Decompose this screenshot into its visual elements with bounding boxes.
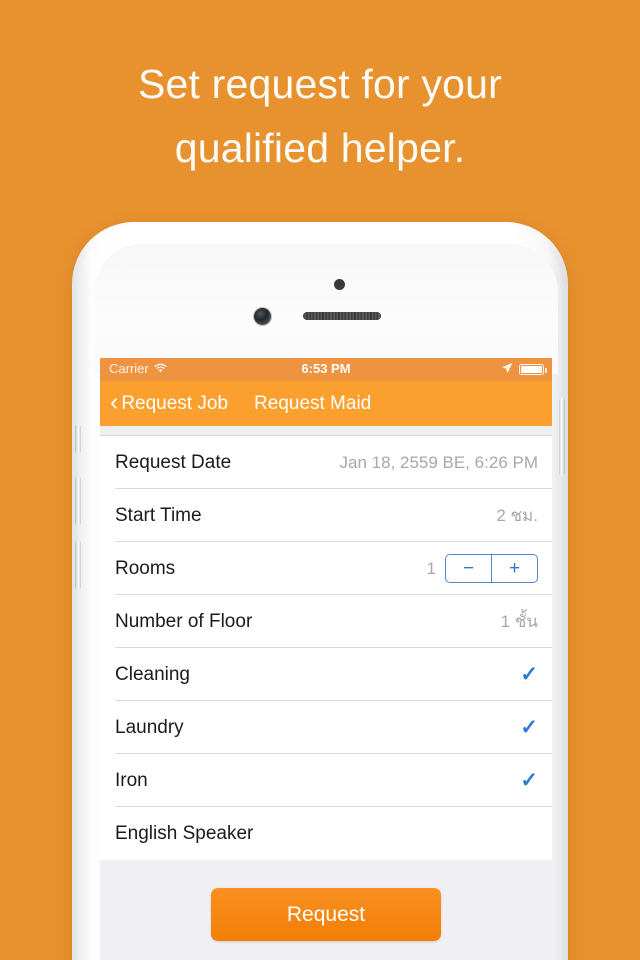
list-item-laundry[interactable]: Laundry ✓ (100, 701, 552, 754)
battery-full-icon (519, 364, 547, 375)
headline-line-1: Set request for your (137, 61, 503, 107)
promo-screenshot: Set request for your qualified helper. C… (0, 0, 640, 960)
checkmark-icon: ✓ (520, 716, 538, 739)
rooms-stepper-group: 1 − + (427, 554, 538, 583)
volume-up-button[interactable] (75, 476, 81, 526)
row-label: Iron (115, 769, 148, 791)
row-label: English Speaker (115, 822, 254, 844)
row-value: 1 ชั้น (500, 612, 538, 631)
phone-bezel-top (94, 244, 558, 374)
row-label: Request Date (115, 451, 232, 473)
power-button[interactable] (559, 398, 565, 476)
list-item-iron[interactable]: Iron ✓ (100, 754, 552, 807)
nav-title: Request Maid (254, 392, 372, 414)
row-label: Rooms (115, 557, 176, 579)
status-bar: Carrier 6:53 PM (100, 358, 552, 381)
location-arrow-icon (501, 362, 513, 377)
proximity-sensor-icon (334, 279, 345, 290)
volume-down-button[interactable] (75, 540, 81, 590)
navigation-bar: ‹ Request Job Request Maid (100, 381, 552, 426)
list-item-rooms[interactable]: Rooms 1 − + (100, 542, 552, 595)
list-item-start-time[interactable]: Start Time 2 ชม. (100, 489, 552, 542)
list-item-request-date[interactable]: Request Date Jan 18, 2559 BE, 6:26 PM (100, 436, 552, 489)
footer-area: Request (100, 860, 552, 960)
phone-screen: Carrier 6:53 PM ‹ Request Job Request Ma… (100, 358, 552, 960)
list-top-gap (100, 426, 552, 436)
row-value: 2 ชม. (496, 506, 538, 525)
list-item-cleaning[interactable]: Cleaning ✓ (100, 648, 552, 701)
rooms-value: 1 (426, 558, 436, 578)
list-item-english-speaker[interactable]: English Speaker (100, 807, 552, 860)
settings-list: Request Date Jan 18, 2559 BE, 6:26 PM St… (100, 436, 552, 860)
stepper-increment-button[interactable]: + (492, 555, 537, 582)
back-button-label: Request Job (121, 392, 229, 414)
row-label: Cleaning (115, 663, 190, 685)
front-camera-icon (254, 308, 271, 325)
back-button[interactable]: ‹ Request Job (110, 388, 229, 416)
checkmark-icon: ✓ (520, 769, 538, 792)
status-bar-time: 6:53 PM (301, 361, 351, 376)
list-item-number-of-floor[interactable]: Number of Floor 1 ชั้น (100, 595, 552, 648)
chevron-left-icon: ‹ (110, 388, 119, 416)
quantity-stepper[interactable]: − + (445, 554, 538, 583)
page-title: Set request for your qualified helper. (0, 52, 640, 180)
request-button[interactable]: Request (211, 888, 441, 941)
status-bar-right (501, 362, 547, 377)
headline-line-2: qualified helper. (174, 125, 466, 171)
phone-mockup: Carrier 6:53 PM ‹ Request Job Request Ma… (72, 222, 568, 960)
checkmark-icon: ✓ (520, 663, 538, 686)
silent-switch-button[interactable] (75, 424, 81, 454)
earpiece-speaker-icon (303, 312, 381, 320)
stepper-decrement-button[interactable]: − (446, 555, 491, 582)
row-value: Jan 18, 2559 BE, 6:26 PM (339, 452, 538, 472)
phone-body: Carrier 6:53 PM ‹ Request Job Request Ma… (75, 228, 565, 960)
row-label: Laundry (115, 716, 184, 738)
row-label: Number of Floor (115, 610, 253, 632)
row-label: Start Time (115, 504, 202, 526)
